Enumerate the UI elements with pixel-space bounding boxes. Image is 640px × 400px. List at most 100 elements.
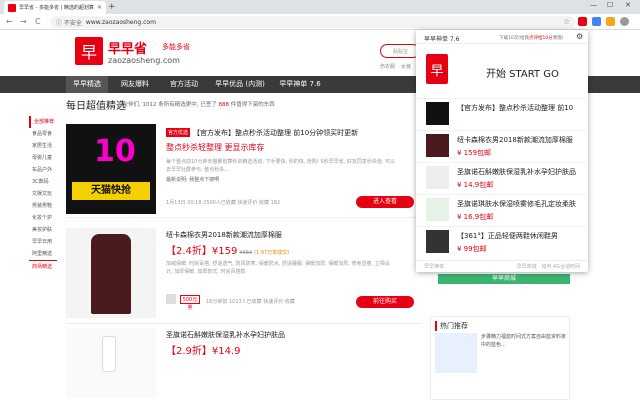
deal-title-text[interactable]: 【官方发布】整点秒杀活动整理 前10分钟领买时更新 xyxy=(193,129,358,137)
nav-item-picks[interactable]: 早早精选 xyxy=(66,76,108,93)
deal-meta: 16分钟前 1013人已收藏 快速评价 收藏 xyxy=(206,299,295,305)
discount-tag: 【2.9折】 xyxy=(166,346,212,357)
sidebar-item[interactable]: 母婴儿童 xyxy=(29,152,57,164)
popup-hero: 早 开始 START GO xyxy=(416,44,588,98)
site-search-input[interactable]: 贴贴宝 xyxy=(380,44,420,58)
sidebar-item[interactable]: 食品零食 xyxy=(29,128,57,140)
minimize-button[interactable]: — xyxy=(590,1,597,9)
security-indicator[interactable]: ⓘ 不安全 xyxy=(56,18,82,27)
sidebar-item[interactable]: 化妆个护 xyxy=(29,212,57,224)
buy-button[interactable]: 前往购买 xyxy=(356,296,414,308)
item-price: ¥ 16.9包邮 xyxy=(457,213,494,221)
hot-recommend-box: 热门推荐 步骤精力福蓝时间式方案自由蓝资料家中的蓝色… xyxy=(430,316,570,400)
popup-list-item[interactable]: 圣旗诺石斛嫩肤保湿乳补水孕妇护肤品 ¥ 14.9包邮 xyxy=(416,162,588,192)
zaozao-extension-icon[interactable] xyxy=(578,17,587,26)
hot-image[interactable] xyxy=(435,333,477,373)
category-sidebar: 全部推荐 食品零食 家居生活 母婴儿童 车品户外 3C数码 文娱文玩 男装男鞋 … xyxy=(29,116,57,272)
forward-icon[interactable]: → xyxy=(20,16,27,27)
popup-list-item[interactable]: 纽卡森棉衣男2018新款潮流加厚棉服 ¥ 159包邮 xyxy=(416,130,588,160)
extension-icon[interactable] xyxy=(606,17,615,26)
new-tab-button[interactable]: + xyxy=(108,2,116,12)
hot-text[interactable]: 步骤精力福蓝时间式方案自由蓝资料家中的蓝色… xyxy=(481,333,567,349)
discount-tag: 【2.4折】 xyxy=(166,246,212,257)
deal-title[interactable]: 纽卡森棉衣男2018新款潮流加厚棉服 xyxy=(166,230,282,240)
reload-icon[interactable]: C xyxy=(35,16,41,27)
item-title[interactable]: 圣旗诺琪肤水保湿喷雾修毛孔定妆柔肤 xyxy=(457,199,585,209)
bookmark-star-icon[interactable]: ☆ xyxy=(563,16,570,27)
footer-link[interactable]: 早早神单 xyxy=(424,263,444,270)
item-thumbnail xyxy=(426,198,449,221)
sidebar-item[interactable]: 早早日用 xyxy=(29,236,57,248)
maximize-button[interactable]: ☐ xyxy=(607,1,613,9)
item-title[interactable]: 【361°】正品轻便两鞋休闲鞋男 xyxy=(457,231,585,241)
deal-card: 圣旗诺石斛嫩肤保湿乳补水孕妇护肤品 【2.9折】¥14.9 xyxy=(66,326,422,400)
footer-link[interactable]: 早早商城 · 如何 4G合适时间 xyxy=(517,263,580,270)
deal-subtitle: 整点秒杀轻整理 更显示库存 xyxy=(166,143,265,152)
sidebar-item[interactable]: 阿里精选 xyxy=(29,248,57,260)
stat-count: 888 xyxy=(218,102,230,108)
sidebar-item[interactable]: 全部推荐 xyxy=(29,116,57,128)
logo-name[interactable]: 早早省 xyxy=(108,38,147,57)
mall-button[interactable]: 早早商城 xyxy=(438,274,570,284)
back-icon[interactable]: ← xyxy=(6,16,13,27)
sidebar-item[interactable]: 家居生活 xyxy=(29,140,57,152)
popup-logo: 早 xyxy=(426,54,448,84)
deal-image[interactable]: 10 天猫快抢 xyxy=(66,124,156,214)
deal-description: 加绒保暖, 时尚百搭, 舒适透气, 防风防寒, 保暖防水, 舒适睡服, 保暖加厚… xyxy=(166,261,390,275)
extension-icon[interactable] xyxy=(592,17,601,26)
sidebar-item[interactable]: 3C数码 xyxy=(29,176,57,188)
nav-item-official[interactable]: 官方活动 xyxy=(160,76,208,93)
popup-header: 早早神单 7.6 下载10次(给我点评给10分我哦) ⚙ xyxy=(416,30,588,44)
deal-image[interactable] xyxy=(66,328,156,398)
deal-image[interactable] xyxy=(66,228,156,318)
sidebar-item[interactable]: 美妆护肤 xyxy=(29,224,57,236)
shop-icon xyxy=(166,294,176,304)
logo-slogan: 多能多省 xyxy=(162,43,190,51)
hot-word-link[interactable]: 伤衣服 xyxy=(380,63,395,70)
item-thumbnail xyxy=(426,102,449,125)
original-price: ¥659 xyxy=(239,250,253,256)
item-thumbnail xyxy=(426,134,449,157)
address-bar[interactable]: ⓘ 不安全 www.zaozaosheng.com xyxy=(50,16,575,28)
sidebar-item[interactable]: 车品户外 xyxy=(29,164,57,176)
nav-item-premium[interactable]: 早早优品 (内测) xyxy=(208,76,272,93)
rating-highlight[interactable]: 点评给10分 xyxy=(529,36,553,41)
hot-title: 热门推荐 xyxy=(435,321,468,331)
nav-item-god-list[interactable]: 早早神单 7.6 xyxy=(272,76,328,93)
sidebar-item[interactable]: 文娱文玩 xyxy=(29,188,57,200)
browser-tab[interactable]: 早早省 - 多能多省 | 精选的超划算 ✕ xyxy=(4,1,106,14)
popup-list-item[interactable]: 圣旗诺琪肤水保湿喷雾修毛孔定妆柔肤 ¥ 16.9包邮 xyxy=(416,194,588,224)
coupon-badge[interactable]: 500元券 xyxy=(180,295,200,311)
deal-title[interactable]: 圣旗诺石斛嫩肤保湿乳补水孕妇护肤品 xyxy=(166,330,285,340)
sidebar-item[interactable]: 商场精选 xyxy=(29,260,57,272)
view-button[interactable]: 进入查看 xyxy=(356,196,414,208)
profile-avatar[interactable] xyxy=(620,17,629,26)
popup-list-item[interactable]: 【361°】正品轻便两鞋休闲鞋男 ¥ 99包邮 xyxy=(416,226,588,256)
deal-price: 【2.4折】¥159 ¥659 (1.97万单成交) xyxy=(166,242,289,257)
start-button[interactable]: 开始 START GO xyxy=(486,65,559,80)
item-title[interactable]: 纽卡森棉衣男2018新款潮流加厚棉服 xyxy=(457,135,585,145)
tab-close-icon[interactable]: ✕ xyxy=(97,4,102,11)
item-title[interactable]: 【官方发布】整点秒杀活动整理 前10 xyxy=(457,103,585,113)
item-title[interactable]: 圣旗诺石斛嫩肤保湿乳补水孕妇护肤品 xyxy=(457,167,585,177)
deal-description: 每个整点前10分钟天猫聚划算秒杀精选活动, 下手要快, 秒的快, 抢购! 5秒早… xyxy=(166,159,396,173)
sales-count: (1.97万单成交) xyxy=(254,250,290,256)
image-text-big: 10 xyxy=(94,134,136,169)
official-badge: 官方优选 xyxy=(166,128,191,137)
gear-icon[interactable]: ⚙ xyxy=(576,32,583,41)
window-close-button[interactable]: ✕ xyxy=(625,1,631,9)
item-thumbnail xyxy=(426,166,449,189)
hot-word-link[interactable]: 女装 xyxy=(401,63,411,70)
popup-list-item[interactable]: 【官方发布】整点秒杀活动整理 前10 xyxy=(416,98,588,128)
rating-text: 我哦) xyxy=(552,36,564,41)
nav-item-user-tips[interactable]: 网友爆料 xyxy=(110,76,160,93)
site-logo[interactable]: 早 xyxy=(75,37,103,65)
sidebar-item[interactable]: 男装男鞋 xyxy=(29,200,57,212)
popup-footer: 早早神单 早早商城 · 如何 4G合适时间 xyxy=(416,260,588,272)
popup-rating-link[interactable]: 下载10次(给我点评给10分我哦) xyxy=(499,35,563,41)
price-value: ¥14.9 xyxy=(211,346,241,357)
stat-text: 件值得下架的东西 xyxy=(230,102,275,108)
deal-title[interactable]: 官方优选 【官方发布】整点秒杀活动整理 前10分钟领买时更新 xyxy=(166,128,358,138)
daily-stat: 小伙伴们, 1012 条所有精选更中, 已签了 888 件值得下架的东西 xyxy=(117,100,275,108)
url-text[interactable]: www.zaozaosheng.com xyxy=(86,19,156,26)
